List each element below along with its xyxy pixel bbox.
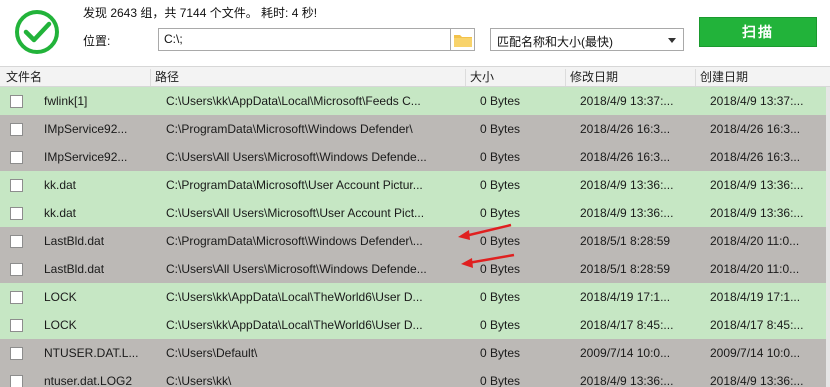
modified-date: 2018/4/17 8:45:... xyxy=(580,318,674,332)
scan-button[interactable]: 扫描 xyxy=(699,17,817,47)
table-row[interactable]: ntuser.dat.LOG2 C:\Users\kk\ 0 Bytes 201… xyxy=(0,367,826,387)
created-date: 2018/4/19 17:1... xyxy=(710,290,801,304)
browse-folder-button[interactable] xyxy=(451,28,475,51)
table-row[interactable]: NTUSER.DAT.L... C:\Users\Default\ 0 Byte… xyxy=(0,339,826,367)
file-path: C:\Users\kk\ xyxy=(166,374,232,387)
created-date: 2018/4/20 11:0... xyxy=(710,234,800,248)
file-name: ntuser.dat.LOG2 xyxy=(44,374,133,387)
file-name: IMpService92... xyxy=(44,122,128,136)
file-path: C:\Users\All Users\Microsoft\Windows Def… xyxy=(166,262,427,276)
red-arrow-icon xyxy=(458,223,512,240)
table-row[interactable]: kk.dat C:\ProgramData\Microsoft\User Acc… xyxy=(0,171,826,199)
file-path: C:\Users\kk\AppData\Local\TheWorld6\User… xyxy=(166,318,423,332)
column-header-created[interactable]: 创建日期 xyxy=(695,69,830,86)
file-path: C:\Users\kk\AppData\Local\Microsoft\Feed… xyxy=(166,94,421,108)
file-size: 0 Bytes xyxy=(480,206,521,220)
modified-date: 2018/5/1 8:28:59 xyxy=(580,262,671,276)
file-size: 0 Bytes xyxy=(480,318,521,332)
created-date: 2018/4/9 13:36:... xyxy=(710,206,804,220)
modified-date: 2018/4/9 13:36:... xyxy=(580,206,674,220)
file-size: 0 Bytes xyxy=(480,178,521,192)
created-date: 2009/7/14 10:0... xyxy=(710,346,801,360)
table-row[interactable]: IMpService92... C:\ProgramData\Microsoft… xyxy=(0,115,826,143)
created-date: 2018/4/20 11:0... xyxy=(710,262,800,276)
file-path: C:\Users\kk\AppData\Local\TheWorld6\User… xyxy=(166,290,423,304)
table-row[interactable]: kk.dat C:\Users\All Users\Microsoft\User… xyxy=(0,199,826,227)
created-date: 2018/4/26 16:3... xyxy=(710,150,801,164)
scan-summary: 发现 2643 组，共 7144 个文件。 耗时: 4 秒! xyxy=(83,6,318,20)
created-date: 2018/4/26 16:3... xyxy=(710,122,801,136)
folder-icon xyxy=(454,35,472,47)
row-checkbox[interactable] xyxy=(10,235,23,248)
modified-date: 2018/4/26 16:3... xyxy=(580,150,671,164)
file-size: 0 Bytes xyxy=(480,290,521,304)
file-name: kk.dat xyxy=(44,178,77,192)
file-path: C:\ProgramData\Microsoft\Windows Defende… xyxy=(166,122,413,136)
table-row[interactable]: LastBld.dat C:\ProgramData\Microsoft\Win… xyxy=(0,223,826,255)
vertical-scrollbar[interactable] xyxy=(826,87,830,387)
created-date: 2018/4/9 13:37:... xyxy=(710,94,804,108)
modified-date: 2018/4/19 17:1... xyxy=(580,290,671,304)
red-arrow-icon xyxy=(461,253,515,268)
match-mode-select[interactable]: 匹配名称和大小(最快) xyxy=(490,28,684,51)
file-size: 0 Bytes xyxy=(480,150,521,164)
path-input[interactable]: C:\; xyxy=(158,28,451,51)
row-checkbox[interactable] xyxy=(10,151,23,164)
row-checkbox[interactable] xyxy=(10,263,23,276)
toolbar: 发现 2643 组，共 7144 个文件。 耗时: 4 秒! 位置: C:\; … xyxy=(0,0,830,66)
file-size: 0 Bytes xyxy=(480,122,521,136)
table-row[interactable]: LastBld.dat C:\Users\All Users\Microsoft… xyxy=(0,253,826,283)
file-size: 0 Bytes xyxy=(480,374,521,387)
row-checkbox[interactable] xyxy=(10,319,23,332)
file-path: C:\Users\All Users\Microsoft\Windows Def… xyxy=(166,150,427,164)
file-path: C:\Users\Default\ xyxy=(166,346,258,360)
file-name: LastBld.dat xyxy=(44,234,105,248)
created-date: 2018/4/17 8:45:... xyxy=(710,318,804,332)
file-name: LOCK xyxy=(44,290,77,304)
row-checkbox[interactable] xyxy=(10,375,23,387)
file-name: kk.dat xyxy=(44,206,77,220)
match-mode-value: 匹配名称和大小(最快) xyxy=(497,35,613,49)
file-name: LOCK xyxy=(44,318,77,332)
created-date: 2018/4/9 13:36:... xyxy=(710,374,804,387)
modified-date: 2009/7/14 10:0... xyxy=(580,346,671,360)
modified-date: 2018/4/9 13:36:... xyxy=(580,178,674,192)
column-header-path[interactable]: 路径 xyxy=(150,69,465,86)
file-path: C:\Users\All Users\Microsoft\User Accoun… xyxy=(166,206,425,220)
file-name: LastBld.dat xyxy=(44,262,105,276)
table-row[interactable]: fwlink[1] C:\Users\kk\AppData\Local\Micr… xyxy=(0,87,826,115)
table-header: 文件名 路径 大小 修改日期 创建日期 xyxy=(0,66,830,87)
modified-date: 2018/5/1 8:28:59 xyxy=(580,234,671,248)
row-checkbox[interactable] xyxy=(10,347,23,360)
modified-date: 2018/4/9 13:37:... xyxy=(580,94,674,108)
file-size: 0 Bytes xyxy=(480,94,521,108)
modified-date: 2018/4/9 13:36:... xyxy=(580,374,674,387)
results-list: fwlink[1] C:\Users\kk\AppData\Local\Micr… xyxy=(0,87,826,387)
file-path: C:\ProgramData\Microsoft\User Account Pi… xyxy=(166,178,423,192)
table-row[interactable]: LOCK C:\Users\kk\AppData\Local\TheWorld6… xyxy=(0,311,826,339)
column-header-name[interactable]: 文件名 xyxy=(0,69,150,86)
chevron-down-icon xyxy=(668,38,676,43)
location-label: 位置: xyxy=(83,34,111,48)
file-size: 0 Bytes xyxy=(480,346,521,360)
row-checkbox[interactable] xyxy=(10,123,23,136)
column-header-size[interactable]: 大小 xyxy=(465,69,565,86)
column-header-modified[interactable]: 修改日期 xyxy=(565,69,695,86)
file-name: fwlink[1] xyxy=(44,94,88,108)
file-name: NTUSER.DAT.L... xyxy=(44,346,139,360)
row-checkbox[interactable] xyxy=(10,95,23,108)
row-checkbox[interactable] xyxy=(10,179,23,192)
file-name: IMpService92... xyxy=(44,150,128,164)
modified-date: 2018/4/26 16:3... xyxy=(580,122,671,136)
table-row[interactable]: IMpService92... C:\Users\All Users\Micro… xyxy=(0,143,826,171)
created-date: 2018/4/9 13:36:... xyxy=(710,178,804,192)
row-checkbox[interactable] xyxy=(10,207,23,220)
row-checkbox[interactable] xyxy=(10,291,23,304)
check-icon xyxy=(15,10,59,54)
file-path: C:\ProgramData\Microsoft\Windows Defende… xyxy=(166,234,423,248)
table-row[interactable]: LOCK C:\Users\kk\AppData\Local\TheWorld6… xyxy=(0,283,826,311)
